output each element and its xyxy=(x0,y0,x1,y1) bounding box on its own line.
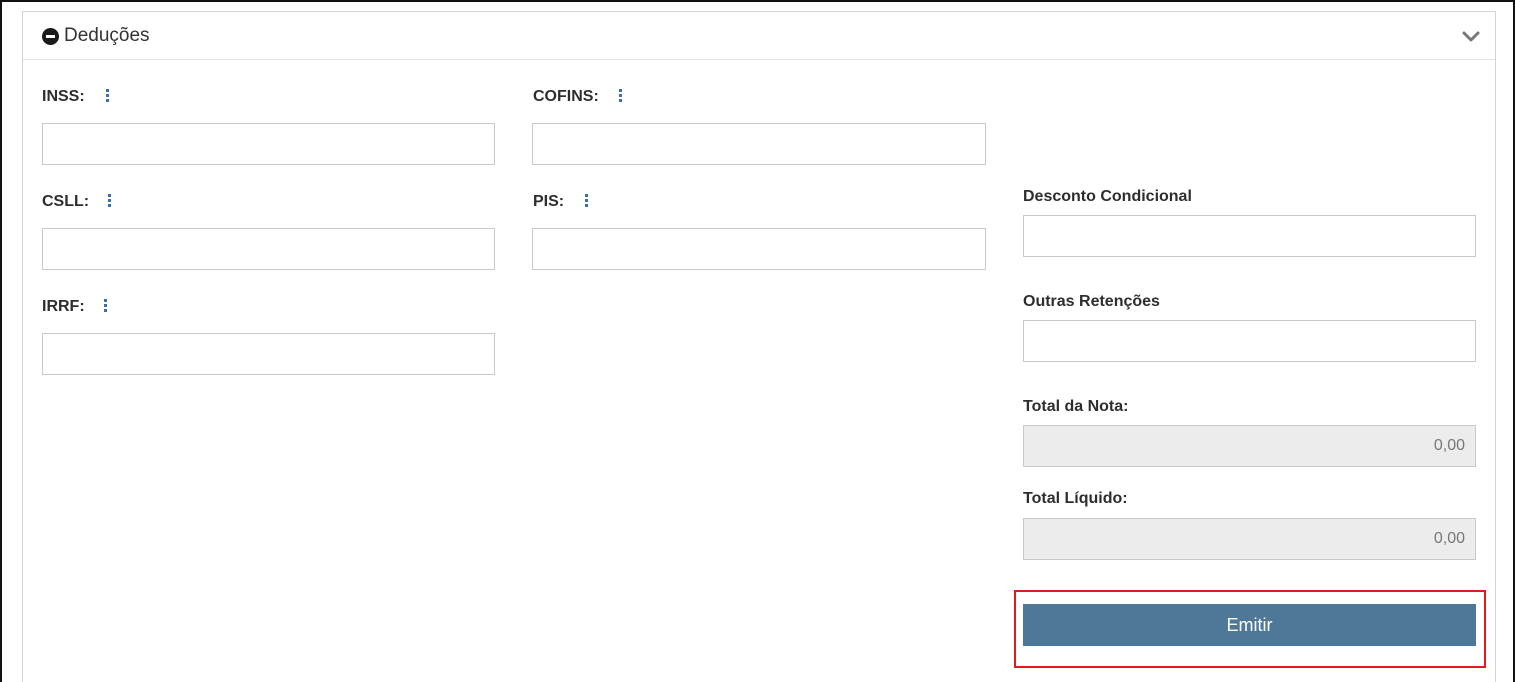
desconto-condicional-label: Desconto Condicional xyxy=(1023,188,1192,205)
inss-label: INSS: xyxy=(42,88,85,105)
total-nota-field xyxy=(1023,425,1476,467)
section-title: Deduções xyxy=(64,25,150,46)
irrf-info-kebab-icon[interactable] xyxy=(103,299,109,315)
emit-button[interactable]: Emitir xyxy=(1023,604,1476,646)
pis-info-kebab-icon[interactable] xyxy=(584,194,590,210)
total-liquido-label: Total Líquido: xyxy=(1023,490,1128,507)
chevron-down-icon[interactable] xyxy=(1461,26,1481,46)
inss-info-kebab-icon[interactable] xyxy=(105,89,111,105)
irrf-label: IRRF: xyxy=(42,298,85,315)
desconto-condicional-input[interactable] xyxy=(1023,215,1476,257)
outras-retencoes-label: Outras Retenções xyxy=(1023,293,1160,310)
minus-circle-icon[interactable] xyxy=(42,28,59,45)
deductions-panel-header[interactable]: Deduções xyxy=(23,12,1495,60)
irrf-input[interactable] xyxy=(42,333,495,375)
csll-label: CSLL: xyxy=(42,193,90,210)
cofins-label: COFINS: xyxy=(533,88,599,105)
pis-input[interactable] xyxy=(532,228,986,270)
csll-info-kebab-icon[interactable] xyxy=(107,194,113,210)
pis-label: PIS: xyxy=(533,193,565,210)
cofins-info-kebab-icon[interactable] xyxy=(618,89,624,105)
outras-retencoes-input[interactable] xyxy=(1023,320,1476,362)
cofins-input[interactable] xyxy=(532,123,986,165)
total-liquido-field xyxy=(1023,518,1476,560)
total-nota-label: Total da Nota: xyxy=(1023,398,1129,415)
csll-input[interactable] xyxy=(42,228,495,270)
inss-input[interactable] xyxy=(42,123,495,165)
